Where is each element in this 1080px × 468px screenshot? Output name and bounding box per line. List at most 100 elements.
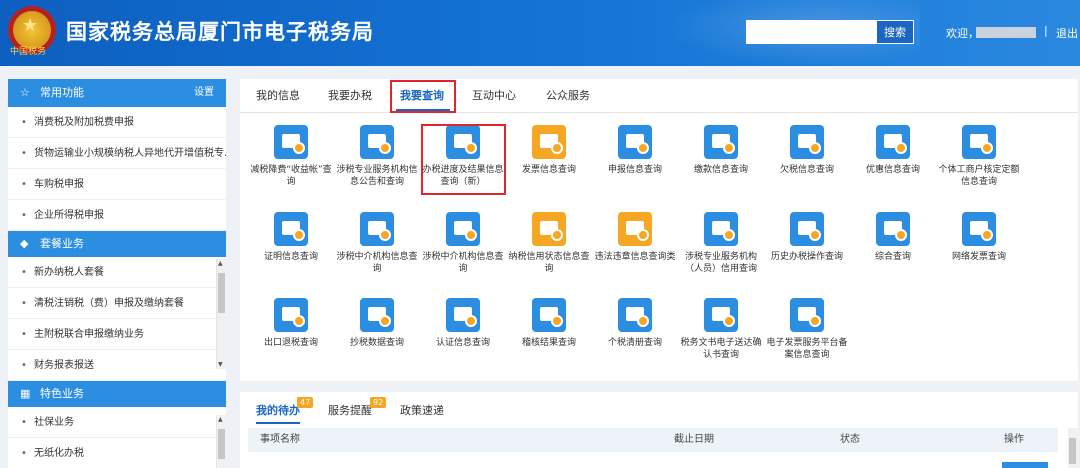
operation-button[interactable]	[1002, 462, 1048, 468]
query-item-label: 税务文书电子送达确认书查询	[680, 338, 762, 360]
query-item[interactable]: 稽核结果查询	[506, 298, 592, 349]
query-item[interactable]: 网络发票查询	[936, 212, 1022, 263]
welcome-text: 欢迎，	[946, 27, 979, 40]
tab-service-reminder[interactable]: 服务提醒	[328, 402, 372, 418]
query-icon	[446, 298, 480, 332]
sidebar-item[interactable]: 消费税及附加税费申报	[8, 107, 226, 138]
sidebar: ☆ 常用功能 设置 消费税及附加税费申报 货物运输业小规模纳税人异地代开增值税专.…	[8, 79, 226, 468]
logout-link[interactable]: 退出	[1056, 25, 1078, 41]
query-item[interactable]: 缴款信息查询	[678, 125, 764, 176]
column-header: 操作	[1004, 434, 1024, 445]
query-icon	[704, 125, 738, 159]
star-icon: ☆	[20, 86, 30, 99]
todo-panel: 我的待办 47 服务提醒 92 政策速递 事项名称 截止日期 状态 操作	[240, 392, 1078, 468]
query-icon	[532, 212, 566, 246]
scroll-down-icon[interactable]: ▼	[218, 361, 223, 368]
query-item[interactable]: 涉税专业服务机构（人员）信用查询	[678, 212, 764, 275]
todo-count-badge: 47	[297, 397, 314, 408]
tab-policy-news[interactable]: 政策速递	[400, 402, 444, 418]
query-panel: 我的信息 我要办税 我要查询 互动中心 公众服务 减税降费“收益帐”查询 涉税专业…	[240, 79, 1078, 381]
special-scrollbar[interactable]: ▲	[216, 415, 226, 468]
sidebar-item[interactable]: 清税注销税（费）申报及缴纳套餐	[8, 288, 226, 319]
tab-my-todo[interactable]: 我的待办	[256, 402, 300, 418]
query-item[interactable]: 涉税中介机构信息查询	[334, 212, 420, 275]
query-item-label: 认证信息查询	[435, 338, 490, 348]
query-icon	[876, 125, 910, 159]
query-item[interactable]: 抄税数据查询	[334, 298, 420, 349]
query-item-label: 涉税中介机构信息查询	[336, 252, 418, 274]
tab-my-info[interactable]: 我的信息	[256, 79, 300, 113]
scroll-thumb[interactable]	[1069, 438, 1076, 464]
query-item[interactable]: 电子发票服务平台备案信息查询	[764, 298, 850, 361]
query-icon	[790, 298, 824, 332]
search-input[interactable]	[746, 20, 876, 44]
query-item-label: 网络发票查询	[951, 252, 1006, 262]
header-separator: |	[1044, 24, 1048, 37]
sidebar-item[interactable]: 财务报表报送	[8, 350, 226, 381]
query-item[interactable]: 涉税专业服务机构信息公告和查询	[334, 125, 420, 188]
query-item[interactable]: 个税清册查询	[592, 298, 678, 349]
column-header: 截止日期	[674, 434, 714, 445]
main-tabs: 我的信息 我要办税 我要查询 互动中心 公众服务	[240, 79, 1078, 113]
sidebar-item[interactable]: 主附税联合申报缴纳业务	[8, 319, 226, 350]
query-item[interactable]: 历史办税操作查询	[764, 212, 850, 263]
query-item[interactable]: 个体工商户核定定额信息查询	[936, 125, 1022, 188]
sidebar-item[interactable]: 货物运输业小规模纳税人异地代开增值税专...	[8, 138, 226, 169]
query-item[interactable]: 涉税中介机构信息查询	[420, 212, 506, 275]
scroll-up-icon[interactable]: ▲	[218, 416, 223, 423]
emblem-text: 中国税务	[10, 47, 47, 57]
tab-highlight-box	[390, 80, 456, 113]
query-item[interactable]: 发票信息查询	[506, 125, 592, 176]
query-item[interactable]: 欠税信息查询	[764, 125, 850, 176]
query-icon	[704, 212, 738, 246]
tab-tax-handling[interactable]: 我要办税	[328, 79, 372, 113]
query-icon	[274, 125, 308, 159]
query-item[interactable]: 综合查询	[850, 212, 936, 263]
query-item[interactable]: 申报信息查询	[592, 125, 678, 176]
query-item-label: 证明信息查询	[263, 252, 318, 262]
sidebar-item[interactable]: 企业所得税申报	[8, 200, 226, 231]
query-item[interactable]: 纳税信用状态信息查询	[506, 212, 592, 275]
scroll-thumb[interactable]	[218, 429, 225, 459]
query-item-label: 电子发票服务平台备案信息查询	[766, 338, 848, 360]
package-scrollbar[interactable]: ▲ ▼	[216, 259, 226, 369]
query-icon	[274, 298, 308, 332]
query-item-label: 综合查询	[874, 252, 911, 262]
query-item-label: 涉税专业服务机构信息公告和查询	[336, 165, 418, 187]
search-button[interactable]: 搜索	[876, 20, 914, 44]
column-header: 事项名称	[260, 434, 300, 445]
settings-link[interactable]: 设置	[194, 79, 214, 107]
sidebar-item[interactable]: 社保业务	[8, 407, 226, 438]
sidebar-section-package[interactable]: ◆ 套餐业务	[8, 231, 226, 257]
query-item-label: 欠税信息查询	[779, 165, 834, 175]
scroll-up-icon[interactable]: ▲	[218, 260, 223, 267]
sidebar-item[interactable]: 车购税申报	[8, 169, 226, 200]
tab-interaction[interactable]: 互动中心	[472, 79, 516, 113]
query-item[interactable]: 优惠信息查询	[850, 125, 936, 176]
tab-public-service[interactable]: 公众服务	[546, 79, 590, 113]
query-item-label: 减税降费“收益帐”查询	[250, 165, 332, 187]
site-title[interactable]: 国家税务总局厦门市电子税务局	[66, 16, 374, 46]
sidebar-item[interactable]: 新办纳税人套餐	[8, 257, 226, 288]
scroll-thumb[interactable]	[218, 273, 225, 313]
query-icon	[360, 212, 394, 246]
todo-scrollbar[interactable]	[1068, 428, 1078, 468]
site-header: ★ 中国税务 国家税务总局厦门市电子税务局 搜索 欢迎， | 退出	[0, 0, 1080, 66]
sidebar-section-common[interactable]: ☆ 常用功能 设置	[8, 79, 226, 107]
query-item[interactable]: 违法违章信息查询类	[592, 212, 678, 263]
sidebar-item[interactable]: 无纸化办税	[8, 438, 226, 468]
query-item[interactable]: 出口退税查询	[248, 298, 334, 349]
query-icon	[532, 125, 566, 159]
query-icon	[876, 212, 910, 246]
sidebar-section-special[interactable]: ▦ 特色业务	[8, 381, 226, 407]
query-item-label: 历史办税操作查询	[770, 252, 843, 262]
query-item-label: 稽核结果查询	[521, 338, 576, 348]
query-icon	[704, 298, 738, 332]
query-item[interactable]: 认证信息查询	[420, 298, 506, 349]
active-tab-underline	[256, 422, 300, 424]
query-item[interactable]: 证明信息查询	[248, 212, 334, 263]
section-title: 特色业务	[40, 387, 84, 400]
query-item[interactable]: 税务文书电子送达确认书查询	[678, 298, 764, 361]
query-item[interactable]: 减税降费“收益帐”查询	[248, 125, 334, 188]
query-icon	[790, 125, 824, 159]
